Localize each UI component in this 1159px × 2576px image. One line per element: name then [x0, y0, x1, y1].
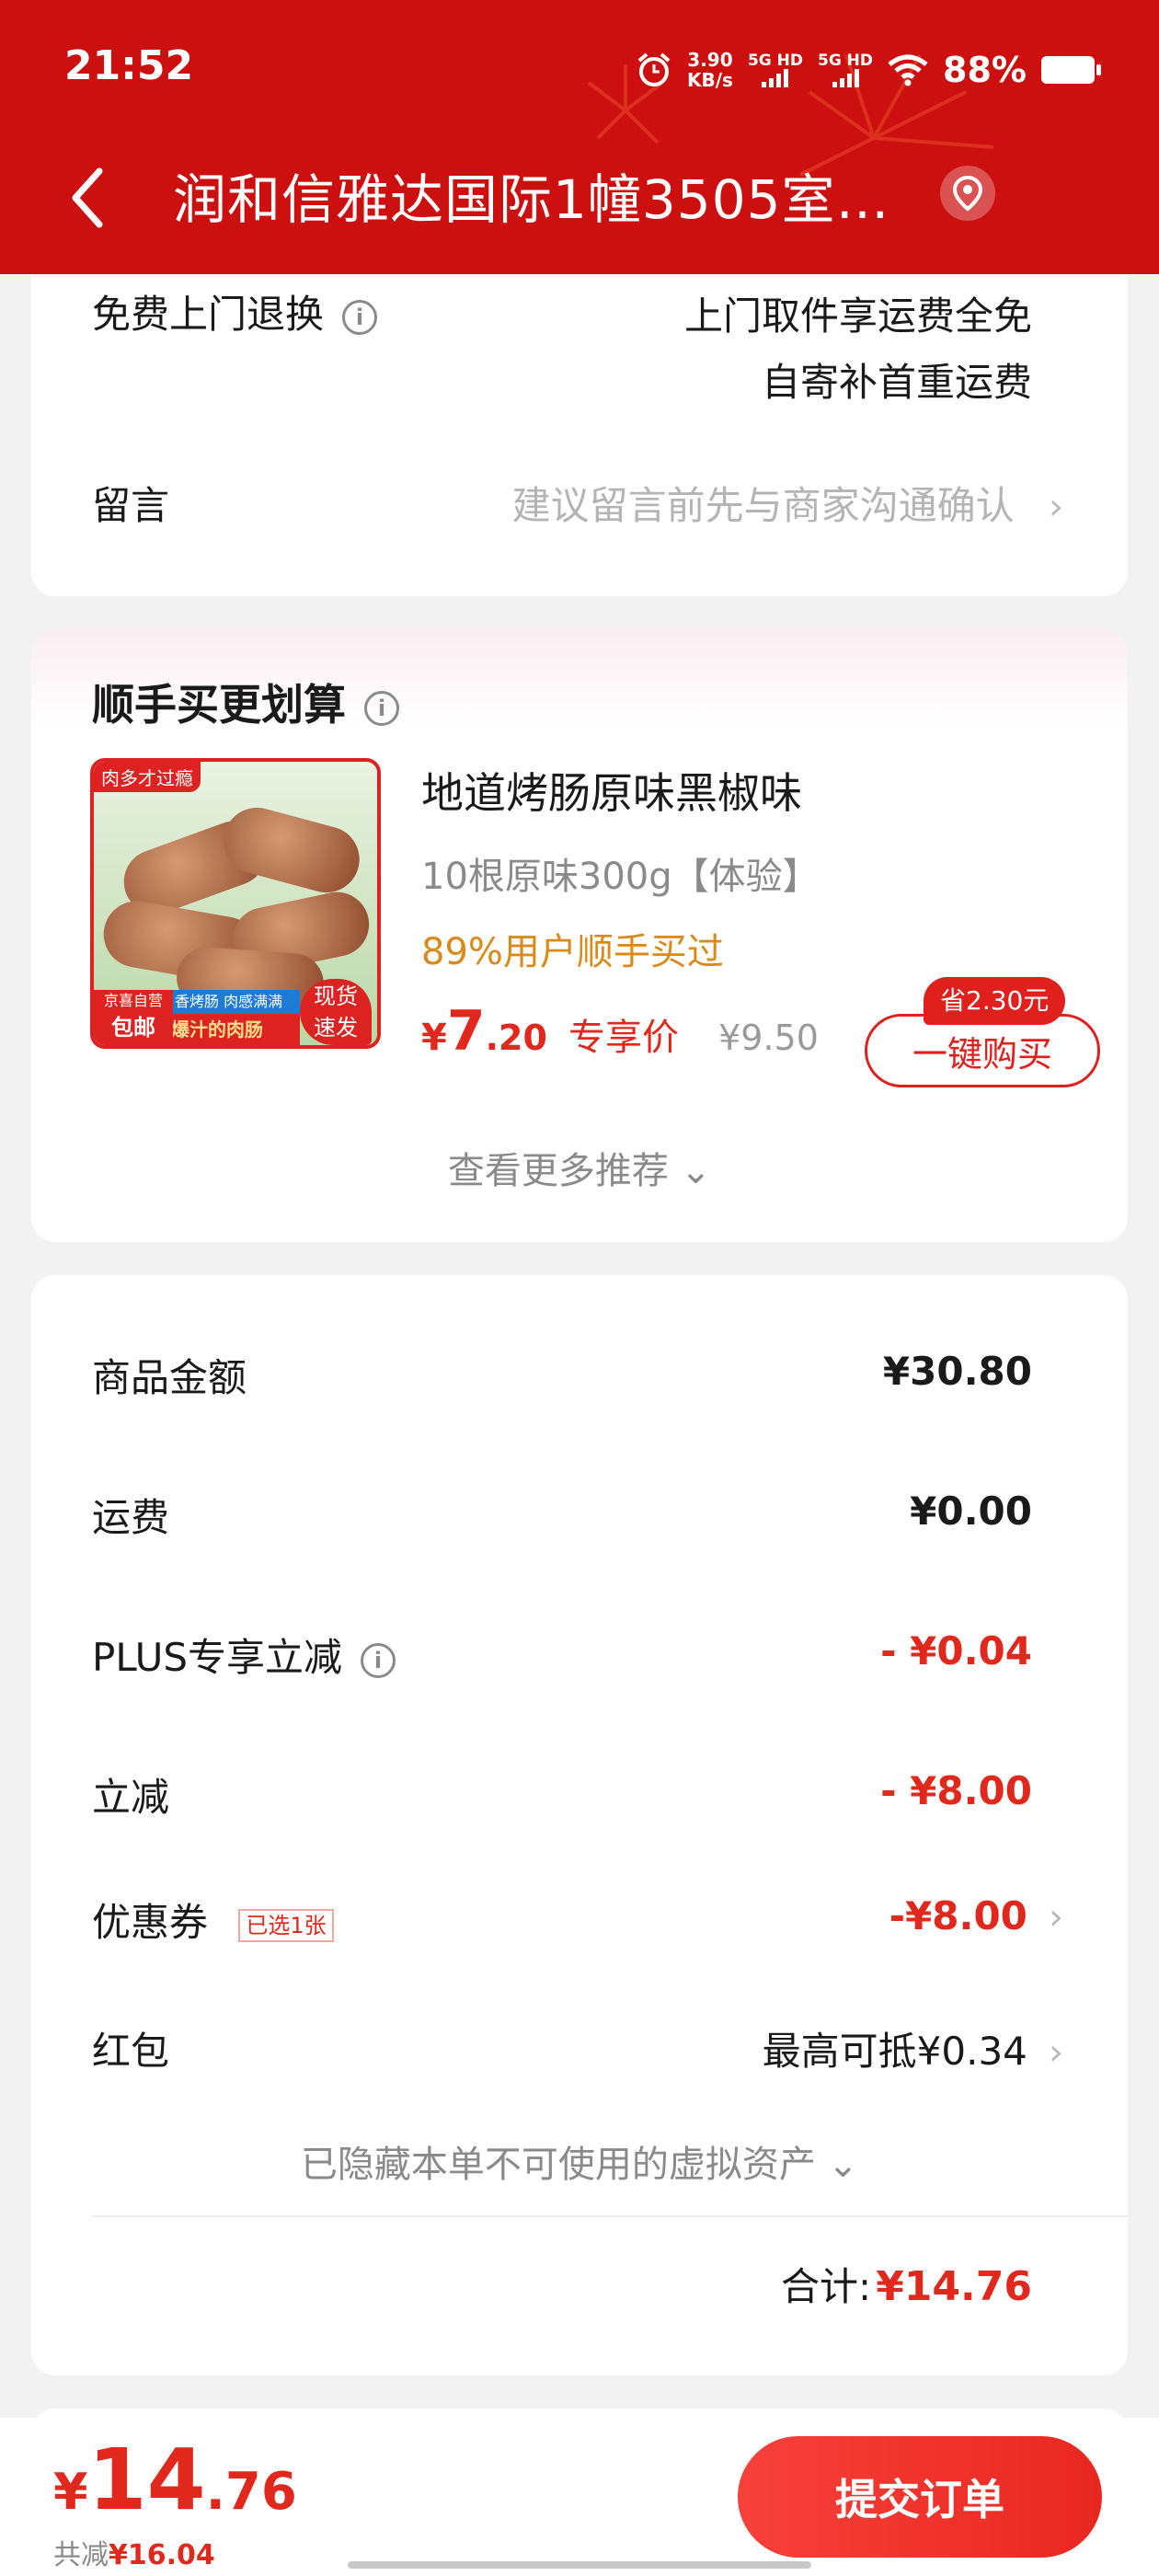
bottom-total: ¥14.76: [53, 2431, 297, 2529]
coupon-tag: 已选1张: [238, 1908, 334, 1942]
battery-icon: [1041, 56, 1101, 84]
wifi-icon: [888, 54, 928, 86]
save-badge: 省2.30元: [924, 977, 1066, 1025]
chevron-right-icon: ›: [1049, 486, 1063, 528]
free-return-label: 免费上门退换: [92, 292, 325, 337]
delivery-address[interactable]: 润和信雅达国际1幢3505室…: [173, 156, 890, 234]
message-placeholder: 建议留言前先与商家沟通确认: [511, 483, 1015, 528]
signal-bars-icon: [832, 69, 859, 87]
info-icon[interactable]: i: [361, 1642, 396, 1678]
signal-sim1: 5G HD: [748, 52, 803, 87]
status-icons: 3.90 KB/s 5G HD 5G HD 88%: [636, 42, 1101, 98]
image-strip: 香烤肠 肉感满满 爆汁的肉肠: [171, 990, 300, 1045]
product-spec: 10根原味300g【体验】: [421, 856, 820, 898]
alarm-icon: [637, 52, 671, 86]
back-arrow-icon[interactable]: [64, 166, 110, 230]
signal-bars-icon: [762, 69, 789, 87]
location-pin-icon[interactable]: [940, 166, 995, 221]
chevron-down-icon: ⌄: [680, 1150, 712, 1192]
info-icon[interactable]: i: [364, 690, 399, 726]
info-icon[interactable]: i: [342, 299, 378, 335]
plus-discount-value: - ¥0.04: [880, 1628, 1032, 1673]
price-dec: .20: [485, 1018, 547, 1058]
home-indicator[interactable]: [348, 2561, 811, 2569]
bottom-total-int: 14: [87, 2431, 206, 2529]
price-tag: 专享价: [568, 1017, 680, 1059]
status-time: 21:52: [64, 42, 194, 89]
battery-percent: 88%: [943, 50, 1027, 90]
more-recommendations[interactable]: 查看更多推荐 ⌄: [31, 1141, 1128, 1194]
divider: [92, 2215, 1128, 2217]
one-click-buy-button[interactable]: 一键购买: [865, 1014, 1100, 1087]
free-return-line2: 自寄补首重运费: [761, 360, 1032, 405]
buy-rate: 89%用户顺手买过: [421, 931, 724, 973]
red-packet-label: 红包: [92, 2029, 170, 2074]
price-int: 7: [446, 999, 486, 1064]
image-badge-right: 现货速发: [300, 979, 372, 1045]
net-speed: 3.90 KB/s: [686, 49, 733, 91]
bottom-saved: 共减¥16.04: [53, 2539, 215, 2571]
red-packet-value: 最高可抵¥0.34: [762, 2029, 1027, 2074]
signal-sim2: 5G HD: [818, 52, 873, 87]
chevron-right-icon: ›: [1049, 2031, 1063, 2074]
product-image[interactable]: 肉多才过瘾 香烤肠 肉感满满 爆汁的肉肠 京喜自营 包邮 现货速发: [90, 758, 381, 1049]
chevron-down-icon: ⌄: [827, 2144, 859, 2186]
image-tag: 肉多才过瘾: [94, 762, 201, 792]
upsell-card: 顺手买更划算 i 肉多才过瘾 香烤肠 肉感满满 爆汁的肉肠 京喜自营 包邮 现货速…: [31, 629, 1128, 1242]
total-row: 合计: ¥14.76: [781, 2256, 1032, 2312]
free-return-note: 上门取件享运费全免 自寄补首重运费: [684, 283, 1032, 416]
goods-amount-value: ¥30.80: [882, 1349, 1032, 1394]
return-message-card: 免费上门退换 i 上门取件享运费全免 自寄补首重运费 留言 建议留言前先与商家沟通…: [31, 274, 1128, 596]
upsell-title-row: 顺手买更划算 i: [92, 672, 399, 732]
chevron-right-icon: ›: [1049, 1896, 1063, 1938]
goods-amount-label: 商品金额: [92, 1355, 247, 1400]
product-name[interactable]: 地道烤肠原味黑椒味: [421, 760, 802, 821]
message-input[interactable]: 建议留言前先与商家沟通确认 ›: [512, 475, 1063, 531]
total-label: 合计:: [780, 2264, 872, 2309]
bottom-total-dec: .76: [205, 2462, 297, 2522]
shipping-label: 运费: [92, 1495, 170, 1540]
coupon-value: -¥8.00: [889, 1893, 1027, 1938]
instant-discount-value: - ¥8.00: [880, 1768, 1032, 1813]
free-return-row[interactable]: 免费上门退换 i: [92, 283, 378, 339]
top-header: 21:52 3.90 KB/s 5G HD 5G HD 88% 润和信雅达国际1…: [0, 0, 1159, 274]
upsell-title: 顺手买更划算: [92, 680, 346, 730]
coupon-value-row[interactable]: -¥8.00 ›: [889, 1893, 1063, 1938]
coupon-row[interactable]: 优惠券 已选1张: [92, 1892, 334, 1948]
hidden-assets-toggle[interactable]: 已隐藏本单不可使用的虚拟资产 ⌄: [31, 2134, 1128, 2188]
shipping-value: ¥0.00: [910, 1489, 1032, 1534]
instant-discount-label: 立减: [92, 1775, 170, 1820]
message-label: 留言: [92, 483, 170, 528]
price-row: ¥7.20 专享价 ¥9.50: [421, 999, 819, 1064]
red-packet-value-row[interactable]: 最高可抵¥0.34 ›: [763, 2020, 1063, 2076]
free-return-line1: 上门取件享运费全免: [683, 293, 1032, 339]
total-value: ¥14.76: [876, 2263, 1032, 2310]
submit-order-button[interactable]: 提交订单: [738, 2436, 1102, 2558]
original-price: ¥9.50: [718, 1018, 819, 1058]
price-summary-card: 商品金额 ¥30.80 运费 ¥0.00 PLUS专享立减 i - ¥0.04 立…: [31, 1275, 1128, 2375]
plus-discount-row: PLUS专享立减 i: [92, 1627, 396, 1683]
coupon-label: 优惠券: [92, 1900, 209, 1945]
plus-discount-label: PLUS专享立减: [92, 1635, 343, 1680]
image-badge-left: 京喜自营 包邮: [94, 990, 173, 1045]
